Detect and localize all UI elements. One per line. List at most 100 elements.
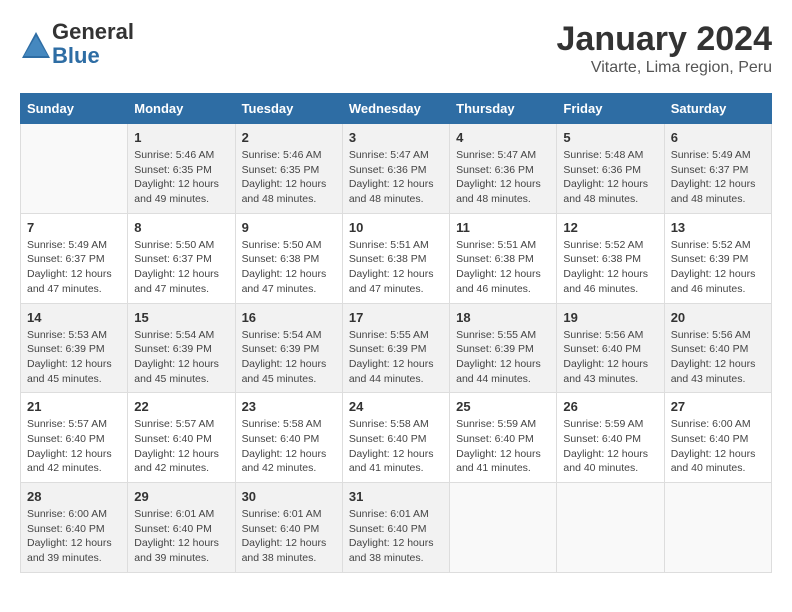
day-info: Sunrise: 5:49 AMSunset: 6:37 PMDaylight:… xyxy=(671,148,765,207)
header-friday: Friday xyxy=(557,94,664,124)
calendar-cell: 9 Sunrise: 5:50 AMSunset: 6:38 PMDaylight… xyxy=(235,213,342,303)
day-number: 12 xyxy=(563,220,657,235)
calendar-cell: 8 Sunrise: 5:50 AMSunset: 6:37 PMDaylight… xyxy=(128,213,235,303)
calendar-cell: 11Sunrise: 5:51 AMSunset: 6:38 PMDayligh… xyxy=(450,213,557,303)
header-tuesday: Tuesday xyxy=(235,94,342,124)
day-info: Sunrise: 5:50 AMSunset: 6:37 PMDaylight:… xyxy=(134,238,228,297)
logo: General Blue xyxy=(20,20,134,68)
day-number: 25 xyxy=(456,399,550,414)
day-info: Sunrise: 6:00 AMSunset: 6:40 PMDaylight:… xyxy=(27,507,121,566)
day-info: Sunrise: 5:50 AMSunset: 6:38 PMDaylight:… xyxy=(242,238,336,297)
day-number: 18 xyxy=(456,310,550,325)
calendar-cell: 24 Sunrise: 5:58 AMSunset: 6:40 PMDayligh… xyxy=(342,393,449,483)
day-info: Sunrise: 5:52 AMSunset: 6:38 PMDaylight:… xyxy=(563,238,657,297)
calendar-table: SundayMondayTuesdayWednesdayThursdayFrid… xyxy=(20,93,772,573)
header-sunday: Sunday xyxy=(21,94,128,124)
calendar-cell xyxy=(557,483,664,573)
day-info: Sunrise: 5:51 AMSunset: 6:38 PMDaylight:… xyxy=(349,238,443,297)
day-number: 20 xyxy=(671,310,765,325)
day-info: Sunrise: 5:54 AMSunset: 6:39 PMDaylight:… xyxy=(242,328,336,387)
day-number: 9 xyxy=(242,220,336,235)
day-info: Sunrise: 5:46 AMSunset: 6:35 PMDaylight:… xyxy=(242,148,336,207)
day-info: Sunrise: 5:58 AMSunset: 6:40 PMDaylight:… xyxy=(242,417,336,476)
day-info: Sunrise: 5:54 AMSunset: 6:39 PMDaylight:… xyxy=(134,328,228,387)
calendar-cell: 17 Sunrise: 5:55 AMSunset: 6:39 PMDayligh… xyxy=(342,303,449,393)
day-info: Sunrise: 6:00 AMSunset: 6:40 PMDaylight:… xyxy=(671,417,765,476)
day-number: 7 xyxy=(27,220,121,235)
day-number: 28 xyxy=(27,489,121,504)
day-number: 4 xyxy=(456,130,550,145)
day-info: Sunrise: 5:52 AMSunset: 6:39 PMDaylight:… xyxy=(671,238,765,297)
calendar-cell: 31 Sunrise: 6:01 AMSunset: 6:40 PMDayligh… xyxy=(342,483,449,573)
logo-text: General Blue xyxy=(52,20,134,68)
calendar-cell: 14Sunrise: 5:53 AMSunset: 6:39 PMDayligh… xyxy=(21,303,128,393)
day-info: Sunrise: 5:47 AMSunset: 6:36 PMDaylight:… xyxy=(456,148,550,207)
day-number: 15 xyxy=(134,310,228,325)
calendar-cell: 7Sunrise: 5:49 AMSunset: 6:37 PMDaylight… xyxy=(21,213,128,303)
day-info: Sunrise: 5:59 AMSunset: 6:40 PMDaylight:… xyxy=(456,417,550,476)
calendar-cell: 13 Sunrise: 5:52 AMSunset: 6:39 PMDayligh… xyxy=(664,213,771,303)
day-number: 23 xyxy=(242,399,336,414)
calendar-cell: 1 Sunrise: 5:46 AMSunset: 6:35 PMDaylight… xyxy=(128,124,235,214)
day-info: Sunrise: 5:57 AMSunset: 6:40 PMDaylight:… xyxy=(134,417,228,476)
calendar-cell: 3Sunrise: 5:47 AMSunset: 6:36 PMDaylight… xyxy=(342,124,449,214)
week-row-5: 28 Sunrise: 6:00 AMSunset: 6:40 PMDayligh… xyxy=(21,483,772,573)
day-number: 13 xyxy=(671,220,765,235)
day-number: 31 xyxy=(349,489,443,504)
header-saturday: Saturday xyxy=(664,94,771,124)
day-number: 26 xyxy=(563,399,657,414)
day-number: 1 xyxy=(134,130,228,145)
calendar-cell: 26 Sunrise: 5:59 AMSunset: 6:40 PMDayligh… xyxy=(557,393,664,483)
calendar-cell: 25 Sunrise: 5:59 AMSunset: 6:40 PMDayligh… xyxy=(450,393,557,483)
calendar-cell: 21Sunrise: 5:57 AMSunset: 6:40 PMDayligh… xyxy=(21,393,128,483)
calendar-cell: 28 Sunrise: 6:00 AMSunset: 6:40 PMDayligh… xyxy=(21,483,128,573)
calendar-cell xyxy=(21,124,128,214)
day-number: 24 xyxy=(349,399,443,414)
calendar-cell: 6Sunrise: 5:49 AMSunset: 6:37 PMDaylight… xyxy=(664,124,771,214)
day-number: 5 xyxy=(563,130,657,145)
calendar-cell: 27 Sunrise: 6:00 AMSunset: 6:40 PMDayligh… xyxy=(664,393,771,483)
calendar-cell: 5 Sunrise: 5:48 AMSunset: 6:36 PMDaylight… xyxy=(557,124,664,214)
day-info: Sunrise: 5:58 AMSunset: 6:40 PMDaylight:… xyxy=(349,417,443,476)
day-info: Sunrise: 5:56 AMSunset: 6:40 PMDaylight:… xyxy=(563,328,657,387)
day-info: Sunrise: 5:46 AMSunset: 6:35 PMDaylight:… xyxy=(134,148,228,207)
calendar-cell: 23 Sunrise: 5:58 AMSunset: 6:40 PMDayligh… xyxy=(235,393,342,483)
day-number: 29 xyxy=(134,489,228,504)
header-monday: Monday xyxy=(128,94,235,124)
day-number: 8 xyxy=(134,220,228,235)
week-row-3: 14Sunrise: 5:53 AMSunset: 6:39 PMDayligh… xyxy=(21,303,772,393)
calendar-cell: 15 Sunrise: 5:54 AMSunset: 6:39 PMDayligh… xyxy=(128,303,235,393)
main-title: January 2024 xyxy=(557,20,773,59)
calendar-header-row: SundayMondayTuesdayWednesdayThursdayFrid… xyxy=(21,94,772,124)
day-number: 30 xyxy=(242,489,336,504)
day-info: Sunrise: 5:55 AMSunset: 6:39 PMDaylight:… xyxy=(456,328,550,387)
calendar-cell: 19Sunrise: 5:56 AMSunset: 6:40 PMDayligh… xyxy=(557,303,664,393)
logo-line2: Blue xyxy=(52,44,134,68)
day-info: Sunrise: 5:48 AMSunset: 6:36 PMDaylight:… xyxy=(563,148,657,207)
calendar-cell: 18 Sunrise: 5:55 AMSunset: 6:39 PMDayligh… xyxy=(450,303,557,393)
day-number: 21 xyxy=(27,399,121,414)
calendar-cell: 22Sunrise: 5:57 AMSunset: 6:40 PMDayligh… xyxy=(128,393,235,483)
day-info: Sunrise: 6:01 AMSunset: 6:40 PMDaylight:… xyxy=(349,507,443,566)
day-number: 16 xyxy=(242,310,336,325)
week-row-2: 7Sunrise: 5:49 AMSunset: 6:37 PMDaylight… xyxy=(21,213,772,303)
week-row-4: 21 Sunrise: 5:57 AMSunset: 6:40 PMDayligh… xyxy=(21,393,772,483)
day-number: 10 xyxy=(349,220,443,235)
day-number: 27 xyxy=(671,399,765,414)
header-thursday: Thursday xyxy=(450,94,557,124)
day-info: Sunrise: 6:01 AMSunset: 6:40 PMDaylight:… xyxy=(242,507,336,566)
title-section: January 2024 Vitarte, Lima region, Peru xyxy=(557,20,773,77)
calendar-cell: 12 Sunrise: 5:52 AMSunset: 6:38 PMDayligh… xyxy=(557,213,664,303)
week-row-1: 1 Sunrise: 5:46 AMSunset: 6:35 PMDaylight… xyxy=(21,124,772,214)
calendar-cell: 4 Sunrise: 5:47 AMSunset: 6:36 PMDaylight… xyxy=(450,124,557,214)
calendar-cell xyxy=(450,483,557,573)
day-info: Sunrise: 5:56 AMSunset: 6:40 PMDaylight:… xyxy=(671,328,765,387)
logo-line1: General xyxy=(52,20,134,44)
day-info: Sunrise: 5:59 AMSunset: 6:40 PMDaylight:… xyxy=(563,417,657,476)
day-number: 17 xyxy=(349,310,443,325)
day-info: Sunrise: 5:55 AMSunset: 6:39 PMDaylight:… xyxy=(349,328,443,387)
calendar-cell: 29Sunrise: 6:01 AMSunset: 6:40 PMDayligh… xyxy=(128,483,235,573)
day-number: 2 xyxy=(242,130,336,145)
day-number: 3 xyxy=(349,130,443,145)
header-wednesday: Wednesday xyxy=(342,94,449,124)
